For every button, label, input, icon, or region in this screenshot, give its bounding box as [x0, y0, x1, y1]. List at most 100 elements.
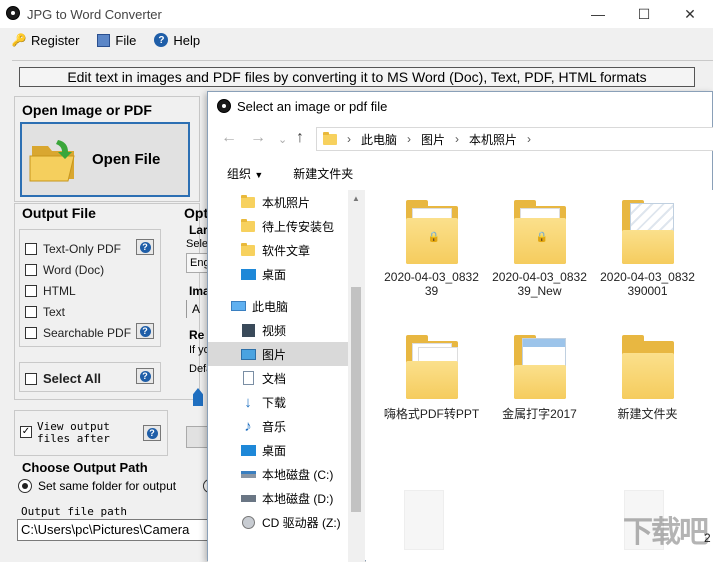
checkbox-checked[interactable]: ✓ [20, 426, 32, 438]
open-file-button[interactable]: Open File [20, 122, 190, 197]
chevron-right-icon: › [527, 132, 532, 146]
image-option[interactable]: A [186, 300, 208, 318]
file-item[interactable]: 🔒 2020-04-03_083239_New [486, 200, 593, 298]
cd-icon [240, 514, 256, 530]
partial-button[interactable] [186, 426, 208, 448]
breadcrumb-local-photos[interactable]: 本机照片 [469, 131, 517, 148]
folder-preview-icon [621, 200, 674, 264]
download-icon: ↓ [244, 393, 252, 411]
close-button[interactable]: ✕ [667, 0, 713, 28]
folder-icon [405, 335, 458, 399]
view-output-checkbox[interactable]: ✓ [20, 426, 38, 438]
language-sublabel: Sele [186, 238, 209, 250]
tree-label: CD 驱动器 (Z:) [262, 515, 341, 530]
dialog-title: Select an image or pdf file [237, 99, 388, 114]
checkbox[interactable] [25, 327, 37, 339]
view-output-label-2: files after [37, 432, 110, 445]
option-label: Text-Only PDF [43, 242, 122, 256]
breadcrumb-this-pc[interactable]: 此电脑 [361, 131, 397, 148]
option-word-doc[interactable]: Word (Doc) [25, 263, 104, 277]
app-icon [217, 99, 231, 113]
address-bar[interactable]: › 此电脑 › 图片 › 本机照片 › [316, 127, 713, 151]
output-path-input[interactable]: C:\Users\pc\Pictures\Camera [17, 519, 213, 541]
help-button[interactable]: ? [143, 425, 161, 441]
file-item[interactable]: 新建文件夹 [594, 335, 701, 422]
forward-arrow-icon[interactable]: → [250, 129, 266, 147]
open-file-label: Open File [92, 151, 161, 168]
file-item[interactable]: 金属打字2017 [486, 335, 593, 422]
key-icon: 🔑 [11, 33, 27, 47]
app-icon [6, 6, 20, 20]
new-folder-button[interactable]: 新建文件夹 [293, 165, 353, 182]
tree-scrollbar-thumb[interactable] [351, 287, 361, 512]
file-item[interactable]: 🔒 2020-04-03_083239 [378, 200, 485, 298]
options-section-title: Opt [184, 205, 209, 221]
output-section-title: Output File [22, 205, 96, 221]
help-button[interactable]: ? [136, 323, 154, 339]
folder-icon [240, 194, 256, 210]
help-button[interactable]: ? [136, 239, 154, 255]
menu-file[interactable]: File [97, 33, 136, 48]
option-text[interactable]: Text [25, 305, 65, 319]
tree-label: 视频 [262, 323, 287, 338]
checkbox[interactable] [25, 285, 37, 297]
checkbox[interactable] [25, 306, 37, 318]
drive-icon [240, 466, 256, 482]
help-button[interactable]: ? [136, 368, 154, 384]
menu-help[interactable]: ? Help [154, 33, 200, 48]
organize-button[interactable]: 组织 ▼ [227, 165, 263, 182]
file-name: 2020-04-03_0832390001 [600, 270, 695, 298]
option-text-only-pdf[interactable]: Text-Only PDF [25, 242, 121, 256]
language-select[interactable]: Eng [186, 253, 208, 273]
folder-icon: 🔒 [513, 200, 566, 264]
video-icon [240, 322, 256, 338]
breadcrumb-pictures[interactable]: 图片 [421, 131, 445, 148]
menu-bar: 🔑 Register File ? Help [0, 28, 713, 52]
radio-same-folder-label: Set same folder for output [38, 479, 177, 493]
minimize-button[interactable]: — [575, 0, 621, 28]
menu-register[interactable]: 🔑 Register [11, 33, 80, 48]
file-name: 2020-04-03_083239_New [492, 270, 587, 298]
file-item[interactable]: 嗨格式PDF转PPT [378, 335, 485, 422]
dialog-toolbar: 组织 ▼ 新建文件夹 [208, 156, 712, 190]
lock-icon: 🔒 [535, 232, 548, 243]
select-all-checkbox[interactable]: Select All [25, 371, 101, 386]
help-icon: ? [139, 325, 151, 337]
lock-icon: 🔒 [427, 232, 440, 243]
desktop-icon [240, 442, 256, 458]
music-icon: ♪ [244, 417, 252, 435]
option-label: Searchable PDF [43, 326, 132, 340]
checkbox[interactable] [25, 264, 37, 276]
tree-label: 桌面 [262, 443, 287, 458]
tree-label: 本地磁盘 (C:) [262, 467, 334, 482]
maximize-button[interactable]: ☐ [621, 0, 667, 28]
file-item[interactable]: 2020-04-03_0832390001 [594, 200, 701, 298]
picture-icon [240, 346, 256, 362]
document-icon [240, 370, 256, 386]
up-arrow-icon[interactable]: ↑ [296, 129, 304, 147]
organize-label: 组织 [227, 166, 252, 181]
help-icon: ? [139, 370, 151, 382]
divider [12, 60, 713, 61]
help-icon: ? [146, 427, 158, 439]
back-arrow-icon[interactable]: ← [221, 129, 237, 147]
checkbox[interactable] [25, 243, 37, 255]
drive-icon [240, 490, 256, 506]
language-label: Lar [189, 223, 208, 237]
scroll-up-icon[interactable]: ▲ [352, 194, 360, 203]
option-html[interactable]: HTML [25, 284, 76, 298]
checkbox[interactable] [25, 372, 37, 385]
folder-icon [323, 131, 337, 145]
option-searchable-pdf[interactable]: Searchable PDF [25, 326, 131, 340]
folder-icon: 🔒 [405, 200, 458, 264]
info-banner: Edit text in images and PDF files by con… [19, 67, 695, 87]
radio-same-folder[interactable] [18, 479, 32, 493]
help-icon: ? [154, 33, 169, 47]
menu-file-label: File [115, 32, 137, 48]
file-thumbnail[interactable] [404, 490, 444, 550]
open-section-title: Open Image or PDF [22, 102, 152, 118]
option-label: HTML [43, 284, 76, 298]
recent-dropdown-icon[interactable]: ⌄ [278, 133, 287, 146]
folder-preview-icon [513, 335, 566, 399]
tree-label: 音乐 [262, 419, 287, 434]
